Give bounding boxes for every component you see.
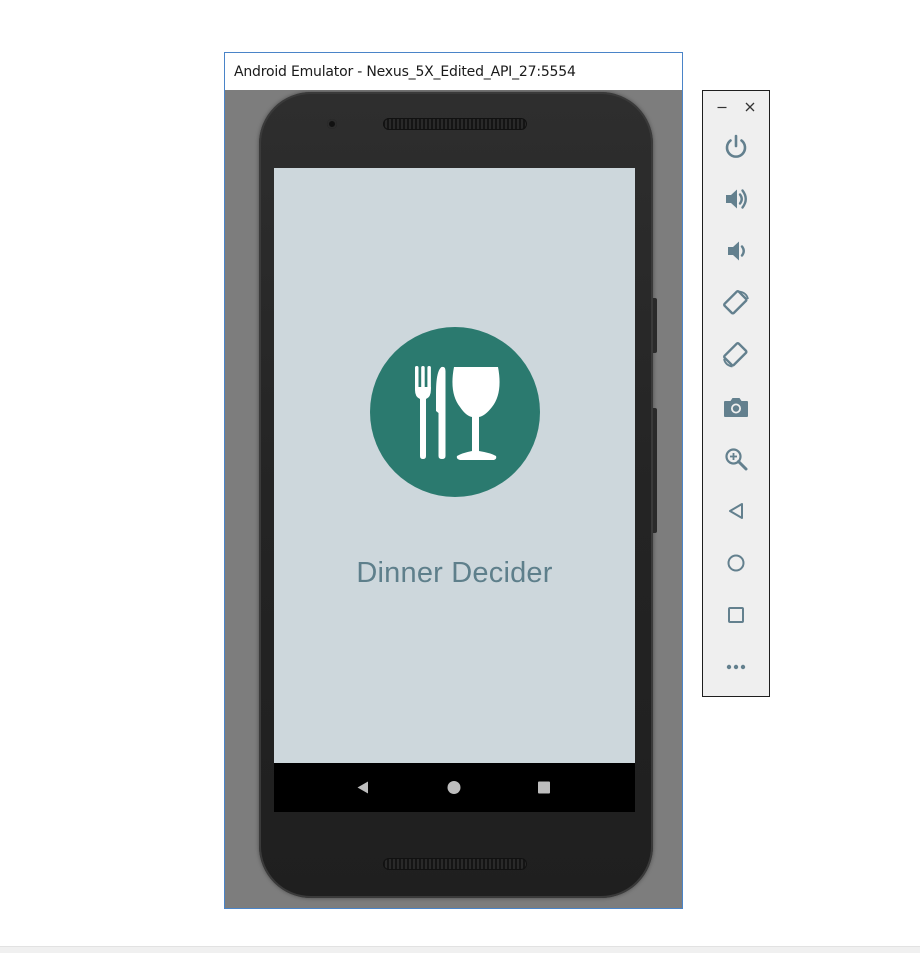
nav-home-icon[interactable]	[424, 763, 484, 812]
nav-back-icon[interactable]	[333, 763, 393, 812]
phone-screen[interactable]: Dinner Decider	[274, 168, 635, 763]
home-icon[interactable]	[718, 545, 754, 581]
volume-up-icon[interactable]	[718, 181, 754, 217]
bottom-speaker	[383, 858, 527, 870]
close-icon[interactable]	[740, 97, 760, 117]
app-title: Dinner Decider	[356, 557, 553, 589]
emulator-toolbar	[702, 90, 770, 697]
overview-icon[interactable]	[718, 597, 754, 633]
fork-knife-glass-icon	[370, 327, 540, 497]
rotate-right-icon[interactable]	[718, 337, 754, 373]
emulator-viewport: Dinner Decider	[225, 90, 682, 908]
zoom-icon[interactable]	[718, 441, 754, 477]
front-camera	[327, 119, 337, 129]
camera-icon[interactable]	[718, 389, 754, 425]
more-icon[interactable]	[718, 649, 754, 685]
phone-volume-key[interactable]	[653, 408, 657, 533]
minimize-icon[interactable]	[712, 97, 732, 117]
nav-recents-icon[interactable]	[514, 763, 574, 812]
power-icon[interactable]	[718, 129, 754, 165]
android-nav-bar	[274, 763, 635, 812]
window-title: Android Emulator - Nexus_5X_Edited_API_2…	[225, 53, 682, 90]
top-speaker	[383, 118, 527, 130]
rotate-left-icon[interactable]	[718, 285, 754, 321]
back-icon[interactable]	[718, 493, 754, 529]
phone-power-key[interactable]	[653, 298, 657, 353]
volume-down-icon[interactable]	[718, 233, 754, 269]
emulator-window: Android Emulator - Nexus_5X_Edited_API_2…	[224, 52, 683, 909]
